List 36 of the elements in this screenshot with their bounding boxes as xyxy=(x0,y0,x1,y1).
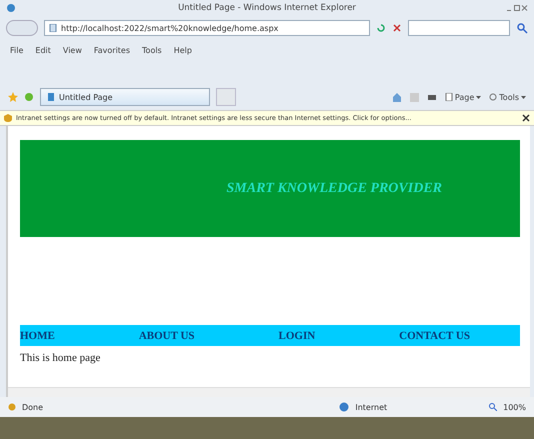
body-text: This is home page xyxy=(20,352,100,364)
menu-item[interactable]: Help xyxy=(174,46,192,54)
close-icon xyxy=(522,114,530,122)
security-zone: Internet xyxy=(355,402,388,412)
search-icon xyxy=(516,22,528,34)
nav-link[interactable]: LOGIN xyxy=(278,330,316,342)
refresh-icon xyxy=(376,23,386,33)
caret-icon xyxy=(476,94,482,100)
page-menu-button[interactable]: Page xyxy=(444,92,482,102)
close-icon xyxy=(392,23,402,33)
tools-menu-button[interactable]: Tools xyxy=(489,92,526,102)
nav-link[interactable]: CONTACT US xyxy=(399,330,470,342)
shield-icon xyxy=(4,114,12,122)
zoom-icon xyxy=(489,403,498,411)
zoom-level[interactable]: 100% xyxy=(503,402,526,412)
menu-item[interactable]: File xyxy=(10,46,24,54)
search-field[interactable] xyxy=(408,20,510,36)
status-text: Done xyxy=(22,402,44,412)
caret-icon xyxy=(521,94,526,100)
nav-link[interactable]: HOME xyxy=(20,330,55,342)
menu-item[interactable]: Tools xyxy=(142,46,162,54)
menu-item[interactable]: Favorites xyxy=(94,46,130,54)
home-icon xyxy=(392,92,402,102)
menu-item[interactable]: View xyxy=(62,46,82,54)
back-forward-buttons[interactable] xyxy=(6,20,38,36)
horizontal-scrollbar[interactable] xyxy=(8,387,530,397)
favorites-star-icon xyxy=(8,92,18,102)
url-text: http://localhost:2022/smart%20knowledge/home.aspx xyxy=(61,24,278,32)
new-tab-button[interactable] xyxy=(216,88,236,106)
banner-title: SMART KNOWLEDGE PROVIDER xyxy=(226,180,442,196)
address-field[interactable]: http://localhost:2022/smart%20knowledge/home.aspx xyxy=(44,20,370,36)
menu-item[interactable]: Edit xyxy=(35,46,51,54)
window-title: Untitled Page - Windows Internet Explorer xyxy=(178,3,356,13)
browser-tab[interactable]: Untitled Page xyxy=(40,88,210,106)
window-controls-icon xyxy=(506,5,528,11)
nav-link[interactable]: ABOUT US xyxy=(138,330,195,342)
